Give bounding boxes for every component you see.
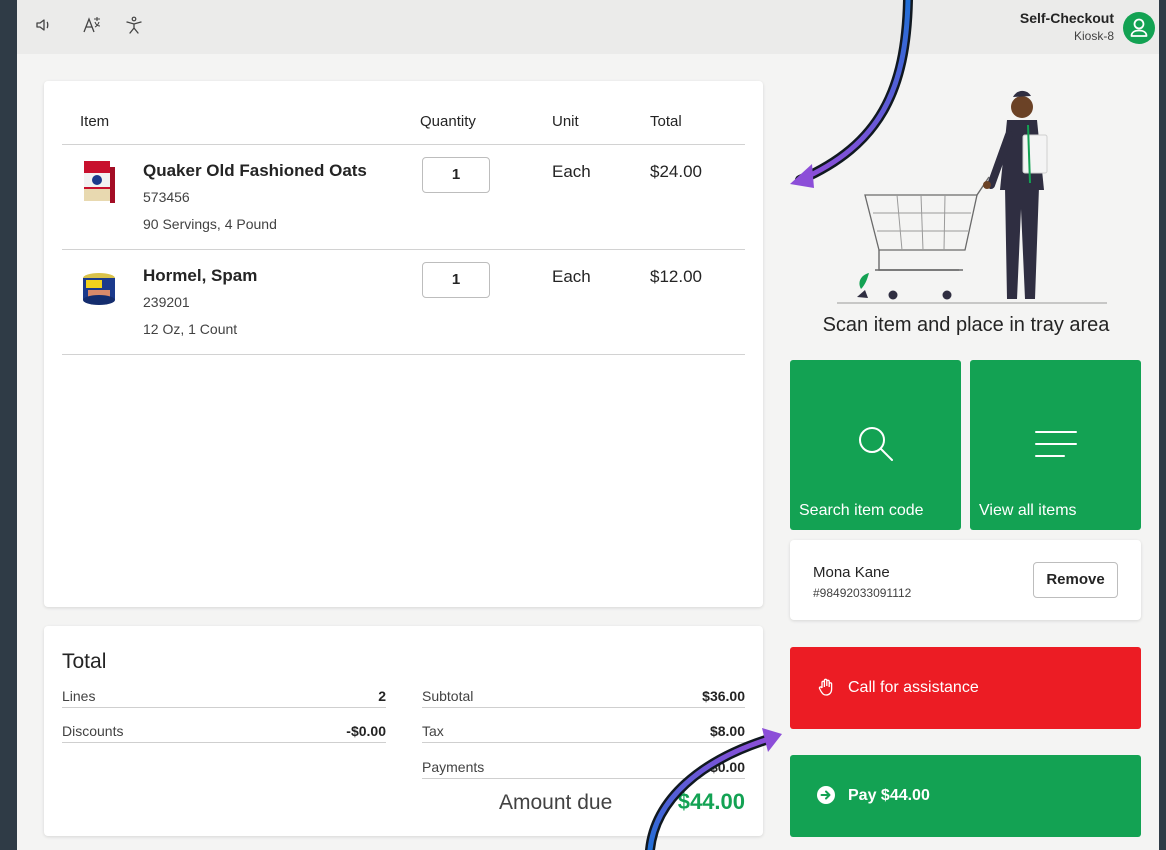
totals-tax-row: Tax $8.00: [422, 721, 745, 743]
member-name: Mona Kane: [813, 564, 890, 581]
accessibility-icon[interactable]: [123, 15, 145, 37]
member-id: #98492033091112: [813, 586, 912, 600]
arrow-right-circle-icon: [817, 786, 835, 804]
scan-instruction: Scan item and place in tray area: [822, 314, 1110, 336]
kiosk-screen: Self-Checkout Kiosk-8 Item Quantity Unit…: [17, 0, 1159, 850]
table-row: Hormel, Spam 239201 12 Oz, 1 Count 1 Eac…: [44, 250, 763, 355]
totals-payments-row: Payments $0.00: [422, 757, 745, 779]
view-all-items-label: View all items: [979, 502, 1077, 519]
quantity-field[interactable]: 1: [422, 262, 490, 298]
quantity-field[interactable]: 1: [422, 157, 490, 193]
hand-icon: [818, 678, 833, 696]
search-item-code-label: Search item code: [799, 502, 924, 519]
totals-title: Total: [62, 650, 107, 673]
payments-value: $0.00: [709, 759, 745, 775]
items-table: Item Quantity Unit Total Quaker Old Fash…: [44, 81, 763, 607]
search-item-code-button[interactable]: Search item code: [790, 360, 961, 530]
member-card: Mona Kane #98492033091112 Remove: [790, 540, 1141, 620]
product-image-oats: [80, 159, 118, 205]
call-for-assistance-button[interactable]: Call for assistance: [790, 647, 1141, 729]
product-description: 90 Servings, 4 Pound: [143, 216, 277, 232]
totals-lines-row: Lines 2: [62, 686, 386, 708]
unit-value: Each: [552, 267, 591, 286]
pay-button[interactable]: Pay $44.00: [790, 755, 1141, 837]
language-icon[interactable]: [81, 15, 103, 37]
product-name: Quaker Old Fashioned Oats: [143, 161, 367, 180]
view-all-items-button[interactable]: View all items: [970, 360, 1141, 530]
top-bar: Self-Checkout Kiosk-8: [17, 0, 1159, 54]
tax-label: Tax: [422, 723, 444, 739]
line-total: $24.00: [650, 162, 702, 181]
totals-subtotal-row: Subtotal $36.00: [422, 686, 745, 708]
shopper-illustration: [817, 75, 1117, 305]
table-row: Quaker Old Fashioned Oats 573456 90 Serv…: [44, 145, 763, 250]
product-name: Hormel, Spam: [143, 266, 258, 285]
user-icon[interactable]: [1123, 12, 1155, 44]
column-header-item: Item: [80, 113, 110, 130]
product-description: 12 Oz, 1 Count: [143, 321, 238, 337]
amount-due-label: Amount due: [499, 791, 613, 814]
speaker-icon[interactable]: [33, 15, 55, 37]
unit-value: Each: [552, 162, 591, 181]
lines-label: Lines: [62, 688, 96, 704]
column-header-quantity: Quantity: [420, 113, 476, 130]
kiosk-id: Kiosk-8: [1073, 29, 1114, 43]
pay-label: Pay $44.00: [848, 787, 930, 804]
line-total: $12.00: [650, 267, 702, 286]
subtotal-label: Subtotal: [422, 688, 474, 704]
app-title: Self-Checkout: [1019, 10, 1114, 26]
product-image-spam: [80, 264, 118, 310]
discounts-value: -$0.00: [346, 723, 386, 739]
lines-value: 2: [378, 688, 386, 704]
kiosk-brand: Self-Checkout Kiosk-8: [1020, 10, 1114, 43]
product-code: 239201: [143, 294, 190, 310]
divider: [62, 354, 745, 355]
column-header-total: Total: [650, 113, 682, 130]
search-icon: [859, 427, 893, 461]
totals-discounts-row: Discounts -$0.00: [62, 721, 386, 743]
amount-due-value: $44.00: [677, 789, 745, 814]
column-header-unit: Unit: [552, 113, 579, 130]
tax-value: $8.00: [709, 723, 745, 739]
remove-member-button[interactable]: Remove: [1033, 562, 1118, 598]
product-code: 573456: [143, 189, 190, 205]
totals-panel: Total Lines 2 Discounts -$0.00 Subtotal …: [44, 626, 763, 836]
call-for-assistance-label: Call for assistance: [848, 679, 979, 696]
subtotal-value: $36.00: [702, 688, 745, 704]
list-icon: [1035, 431, 1077, 457]
payments-label: Payments: [422, 759, 485, 775]
discounts-label: Discounts: [62, 723, 124, 739]
